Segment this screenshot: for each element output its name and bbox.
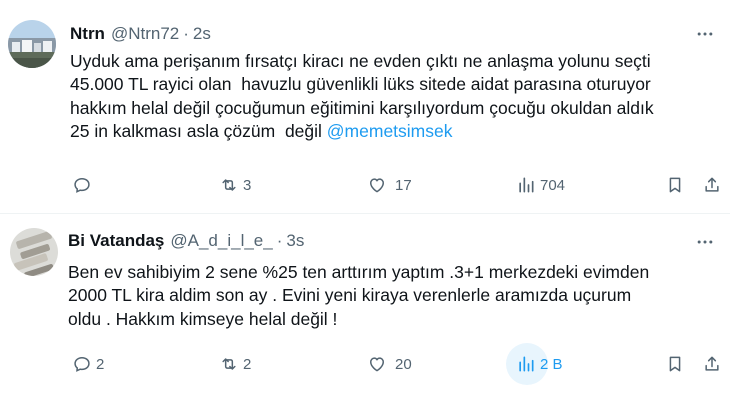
bookmark-icon: [669, 177, 681, 193]
bookmark-button[interactable]: [665, 170, 685, 200]
tweet-text: Ben ev sahibiyim 2 sene %25 ten arttırım…: [68, 262, 650, 329]
tweet-header: Bi Vatandaş @A_d_i_l_e_ · 3s: [68, 229, 304, 253]
avatar-image: [10, 228, 58, 276]
bookmark-button[interactable]: [665, 349, 685, 379]
views-icon: [519, 356, 534, 372]
tweet[interactable]: Bi Vatandaş @A_d_i_l_e_ · 3s Ben ev sahi…: [0, 214, 730, 420]
avatar[interactable]: [8, 20, 56, 68]
retweet-count: 2: [243, 355, 252, 373]
reply-button[interactable]: 2: [72, 349, 104, 379]
retweet-button[interactable]: 3: [219, 170, 251, 200]
like-icon: [370, 357, 384, 372]
like-button[interactable]: 20: [367, 349, 412, 379]
separator: ·: [276, 231, 283, 250]
tweet-text: Uyduk ama perişanım fırsatçı kiracı ne e…: [70, 50, 722, 144]
timestamp[interactable]: 2s: [193, 24, 211, 44]
action-bar: 3 17 704: [0, 170, 730, 200]
bookmark-icon: [669, 356, 681, 372]
like-icon: [370, 178, 384, 193]
retweet-button[interactable]: 2: [219, 349, 251, 379]
like-count: 20: [395, 355, 412, 373]
retweet-count: 3: [243, 176, 252, 194]
user-handle[interactable]: @Ntrn72: [111, 24, 179, 44]
avatar[interactable]: [10, 228, 58, 276]
views-button[interactable]: 704: [516, 170, 565, 200]
action-bar: 2 2 20 2 B: [0, 343, 730, 385]
like-button[interactable]: 17: [367, 170, 412, 200]
reply-button[interactable]: [72, 170, 96, 200]
reply-icon: [74, 177, 90, 193]
views-count: 2 B: [540, 355, 563, 373]
reply-count: 2: [96, 355, 105, 373]
views-icon: [519, 177, 534, 193]
share-icon: [705, 356, 719, 371]
display-name[interactable]: Ntrn: [70, 24, 105, 44]
views-action[interactable]: 2 B: [516, 349, 563, 379]
share-button[interactable]: [702, 170, 722, 200]
more-icon[interactable]: [694, 231, 716, 253]
tweet[interactable]: Ntrn @Ntrn72 · 2s Uyduk ama perişanım fı…: [0, 0, 730, 214]
more-icon[interactable]: [694, 23, 716, 45]
tweet-header: Ntrn @Ntrn72 · 2s: [70, 22, 211, 46]
reply-icon: [74, 356, 90, 372]
share-icon: [705, 177, 719, 192]
retweet-icon: [222, 358, 236, 370]
views-count: 704: [540, 176, 566, 194]
user-handle[interactable]: @A_d_i_l_e_: [170, 231, 272, 251]
display-name[interactable]: Bi Vatandaş: [68, 231, 164, 251]
avatar-image: [8, 20, 56, 68]
share-button[interactable]: [702, 349, 722, 379]
timestamp[interactable]: 3s: [286, 231, 304, 251]
views-button[interactable]: 2 B: [506, 343, 576, 385]
like-count: 17: [395, 176, 412, 194]
retweet-icon: [222, 179, 236, 191]
mention-link[interactable]: @memetsimsek: [327, 121, 453, 141]
separator: ·: [183, 24, 189, 43]
